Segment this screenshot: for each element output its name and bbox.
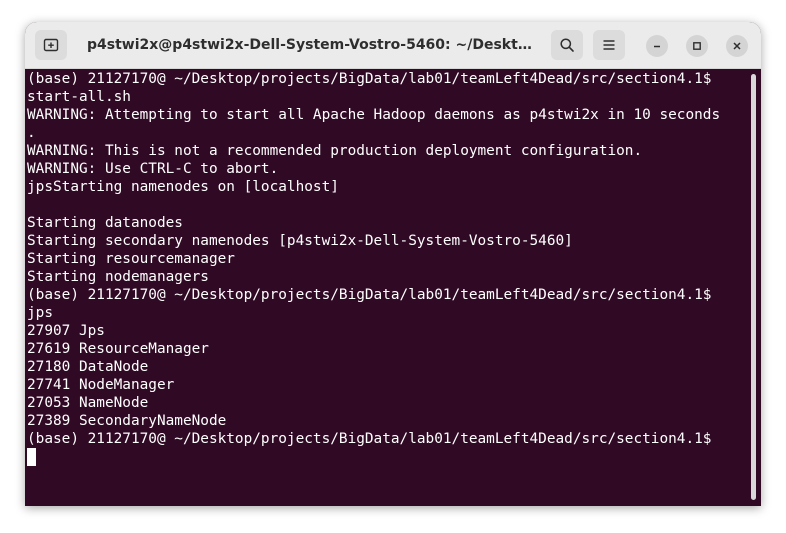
minimize-icon <box>654 45 660 48</box>
new-tab-icon <box>43 38 59 52</box>
terminal-line: 27907 Jps <box>27 323 105 339</box>
window-title: p4stwi2x@p4stwi2x-Dell-System-Vostro-546… <box>87 37 537 53</box>
terminal-window: p4stwi2x@p4stwi2x-Dell-System-Vostro-546… <box>25 22 761 506</box>
terminal-line: Starting datanodes <box>27 215 183 231</box>
search-button[interactable] <box>551 30 583 60</box>
terminal-line: 27053 NameNode <box>27 395 149 411</box>
terminal-line: (base) 21127170@ ~/Desktop/projects/BigD… <box>27 71 712 87</box>
terminal-line: 27389 SecondaryNameNode <box>27 413 227 429</box>
terminal-line: Starting nodemanagers <box>27 269 209 285</box>
text-cursor <box>27 448 36 466</box>
prompt-input-line[interactable] <box>27 448 747 466</box>
minimize-button[interactable] <box>646 35 668 57</box>
terminal-line: WARNING: Use CTRL-C to abort. <box>27 161 279 177</box>
close-icon <box>733 42 741 50</box>
terminal-line: jpsStarting namenodes on [localhost] <box>27 179 339 195</box>
terminal-line: jps <box>27 305 53 321</box>
terminal-output[interactable]: (base) 21127170@ ~/Desktop/projects/BigD… <box>25 69 747 506</box>
vertical-scrollbar[interactable] <box>751 74 756 500</box>
terminal-line: 27619 ResourceManager <box>27 341 209 357</box>
maximize-icon <box>693 42 701 50</box>
new-tab-button[interactable] <box>35 30 67 60</box>
search-icon <box>560 38 574 52</box>
terminal-line: Starting secondary namenodes [p4stwi2x-D… <box>27 233 573 249</box>
title-bar[interactable]: p4stwi2x@p4stwi2x-Dell-System-Vostro-546… <box>25 22 761 69</box>
maximize-button[interactable] <box>686 35 708 57</box>
terminal-line: . <box>27 125 36 141</box>
hamburger-menu-icon <box>603 40 615 50</box>
terminal-line: (base) 21127170@ ~/Desktop/projects/BigD… <box>27 287 712 303</box>
terminal-line: 27741 NodeManager <box>27 377 175 393</box>
menu-button[interactable] <box>593 30 625 60</box>
terminal-line: Starting resourcemanager <box>27 251 235 267</box>
terminal-line: WARNING: Attempting to start all Apache … <box>27 107 721 123</box>
terminal-line: start-all.sh <box>27 89 131 105</box>
terminal-line: WARNING: This is not a recommended produ… <box>27 143 643 159</box>
terminal-line: 27180 DataNode <box>27 359 149 375</box>
close-button[interactable] <box>726 35 748 57</box>
terminal-line: (base) 21127170@ ~/Desktop/projects/BigD… <box>27 431 712 447</box>
